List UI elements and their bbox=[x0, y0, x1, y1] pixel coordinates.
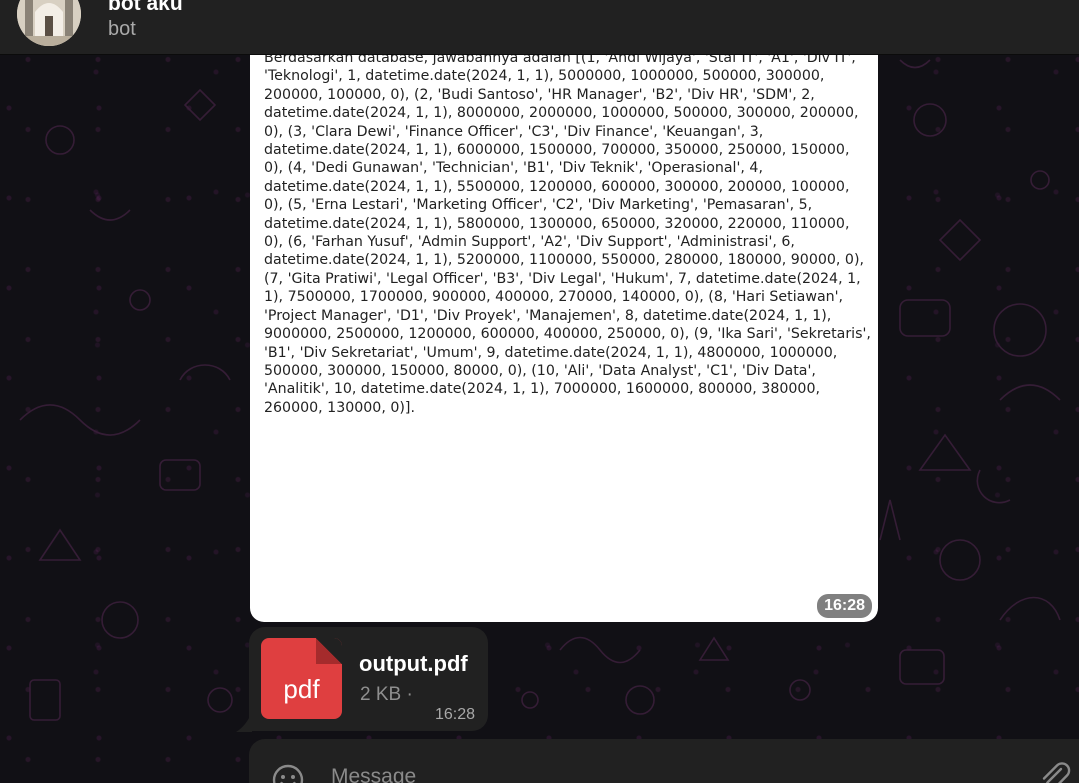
file-size: 2 KB · bbox=[360, 684, 413, 705]
chat-header[interactable]: bot aku bot bbox=[0, 0, 1079, 55]
message-bubble[interactable]: Berdasarkan database, jawabannya adalah … bbox=[250, 40, 878, 622]
chat-subtitle: bot bbox=[108, 18, 136, 40]
file-message[interactable]: pdf output.pdf 2 KB · 16:28 bbox=[249, 627, 488, 731]
chat-title: bot aku bbox=[108, 0, 183, 15]
file-message-time: 16:28 bbox=[434, 706, 475, 723]
smiley-icon[interactable] bbox=[271, 763, 305, 783]
file-extension: pdf bbox=[283, 674, 320, 704]
message-time: 16:28 bbox=[817, 594, 872, 618]
message-input[interactable] bbox=[331, 763, 1011, 783]
avatar-photo bbox=[17, 0, 81, 46]
message-composer bbox=[249, 739, 1079, 783]
message-text: Berdasarkan database, jawabannya adalah … bbox=[264, 50, 876, 416]
file-fold bbox=[316, 638, 342, 664]
avatar[interactable] bbox=[17, 0, 81, 46]
file-name[interactable]: output.pdf bbox=[359, 651, 468, 677]
pdf-file-icon[interactable]: pdf bbox=[261, 638, 342, 719]
paperclip-icon[interactable] bbox=[1039, 761, 1071, 783]
